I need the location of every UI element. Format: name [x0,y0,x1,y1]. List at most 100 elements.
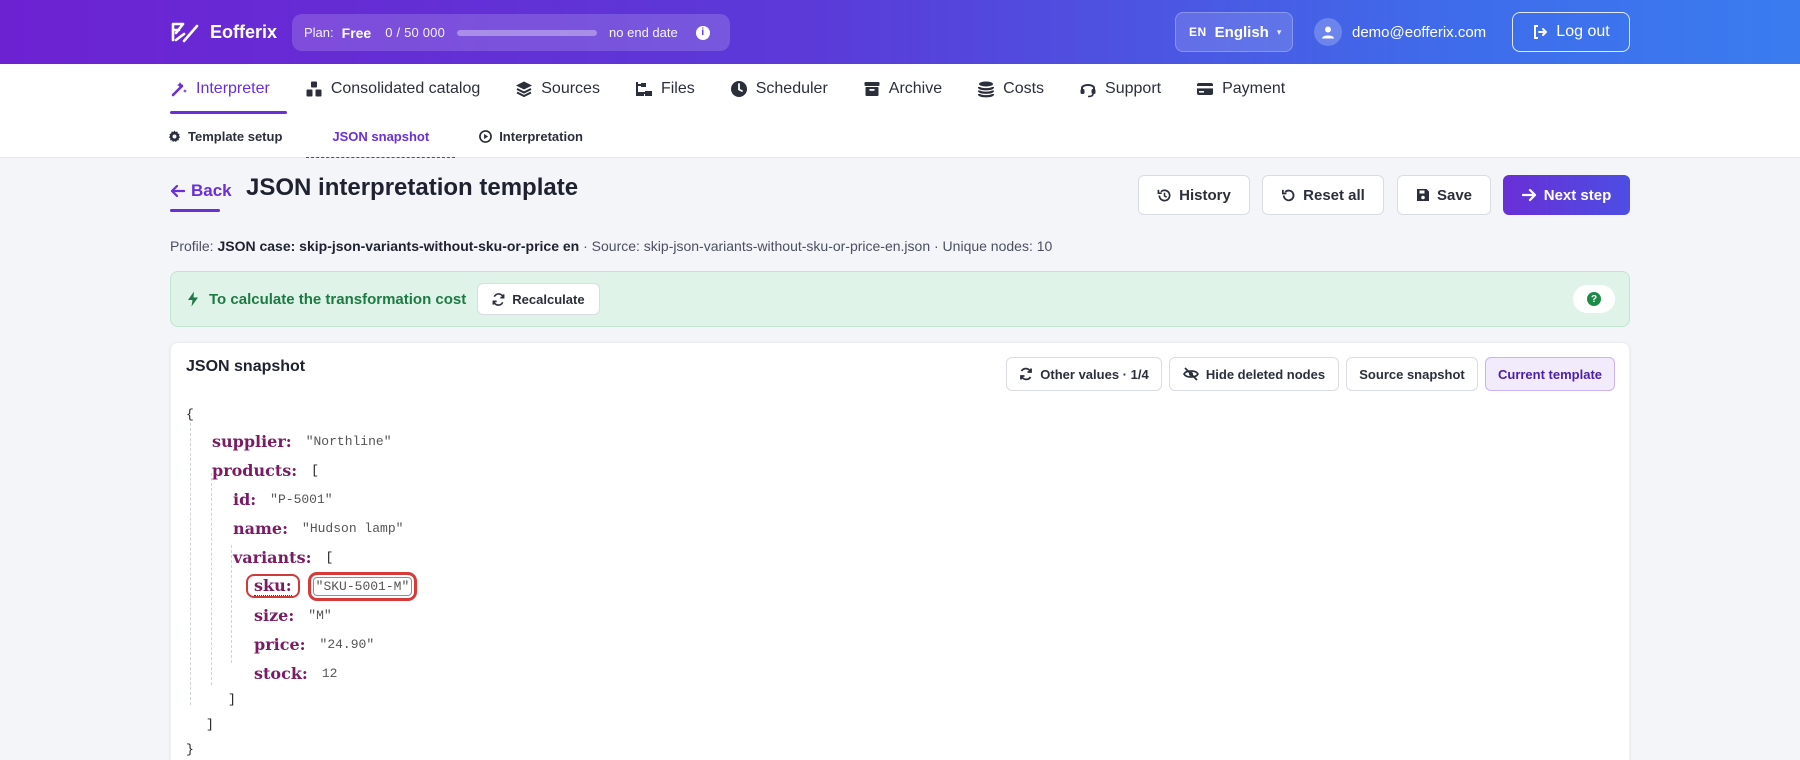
highlighted-key[interactable]: sku: [246,574,300,598]
nav-item-interpreter[interactable]: Interpreter [170,64,287,114]
json-line: variants: [ [233,544,333,570]
user-avatar-icon [1314,18,1342,46]
highlighted-value[interactable]: "SKU-5001-M" [307,571,418,601]
json-line: products: [ [212,457,319,483]
json-open-bracket: [ [311,462,319,478]
nav-label: Interpreter [196,80,270,97]
headset-icon [1079,80,1097,98]
nav-label: Costs [1003,80,1045,97]
json-value[interactable]: "Northline" [306,434,392,449]
other-values-button[interactable]: Other values · 1/4 [1006,357,1162,391]
coins-icon [977,80,995,98]
cost-banner: To calculate the transformation cost Rec… [170,271,1630,327]
back-underline [170,209,220,212]
json-value[interactable]: "Hudson lamp" [302,521,403,536]
gear-icon [168,129,181,143]
json-key[interactable]: name: [233,519,288,538]
json-key[interactable]: supplier: [212,432,292,451]
plan-usage-bar [457,29,598,36]
nav-label: Files [660,80,695,97]
indent-guide [211,473,212,685]
brand[interactable]: Eofferix [170,18,277,46]
json-line: ] [206,711,214,737]
current-template-button[interactable]: Current template [1485,357,1615,391]
profile-line: Profile: JSON case: skip-json-variants-w… [170,238,1052,254]
info-icon[interactable]: i [695,25,710,40]
current-template-label: Current template [1497,366,1603,382]
nav-label: Scheduler [755,80,828,97]
nav-label: Archive [888,80,943,97]
plan-usage: 0 / 50 000 [385,25,446,40]
brand-logo-icon [170,20,200,44]
reset-icon [1281,188,1296,203]
json-key[interactable]: price: [254,635,306,654]
snapshot-card: JSON snapshot Other values · 1/4 Hide de… [170,342,1630,760]
json-close-brace: } [186,741,194,757]
save-button[interactable]: Save [1397,175,1491,215]
banner-text: To calculate the transformation cost [209,290,467,308]
language-code: EN [1189,25,1207,39]
tab-interpretation[interactable]: Interpretation [479,114,583,158]
nav-item-sources[interactable]: Sources [515,64,600,114]
json-line: stock: 12 [254,660,337,686]
archive-icon [863,80,881,98]
logout-button[interactable]: Log out [1512,12,1630,52]
json-value[interactable]: 12 [322,666,338,681]
plan-widget: Plan: Free 0 / 50 000 no end date i [292,14,730,51]
json-value[interactable]: "24.90" [320,637,375,652]
top-bar: Eofferix Plan: Free 0 / 50 000 no end da… [0,0,1800,64]
sub-nav: Template setup JSON snapshot Interpretat… [0,114,1800,158]
help-button[interactable]: ? [1573,285,1615,313]
history-label: History [1179,186,1231,204]
nav-label: Support [1105,80,1162,97]
plan-label: Plan: [304,25,334,40]
json-line: } [186,736,194,760]
json-open-brace: { [186,406,194,422]
back-link[interactable]: Back [170,178,232,204]
brand-name: Eofferix [210,21,278,42]
source-snapshot-button[interactable]: Source snapshot [1346,357,1478,391]
profile-source: · Source: skip-json-variants-without-sku… [583,238,1053,254]
nav-item-costs[interactable]: Costs [977,64,1044,114]
tab-template-setup[interactable]: Template setup [168,114,282,158]
history-button[interactable]: History [1138,175,1250,215]
nav-item-support[interactable]: Support [1079,64,1161,114]
json-key[interactable]: variants: [233,548,311,567]
recalculate-button[interactable]: Recalculate [477,283,600,315]
reset-all-button[interactable]: Reset all [1262,175,1384,215]
hide-deleted-nodes-button[interactable]: Hide deleted nodes [1169,357,1339,391]
profile-name: JSON case: skip-json-variants-without-sk… [217,238,580,254]
save-icon [1416,188,1430,202]
profile-prefix: Profile: [170,238,214,254]
json-value[interactable]: "M" [308,608,331,623]
json-key[interactable]: products: [212,461,297,480]
tab-json-snapshot[interactable]: JSON snapshot [306,114,455,158]
next-step-button[interactable]: Next step [1503,175,1630,215]
hide-deleted-label: Hide deleted nodes [1205,366,1326,382]
language-select[interactable]: EN English ▾ [1175,12,1293,52]
json-key[interactable]: size: [254,606,294,625]
nav-item-files[interactable]: Files [635,64,695,114]
nav-item-scheduler[interactable]: Scheduler [730,64,828,114]
main-nav: Interpreter Consolidated catalog Sources… [0,64,1800,114]
json-close-bracket: ] [228,691,236,707]
json-value[interactable]: "P-5001" [270,492,332,507]
snapshot-title: JSON snapshot [186,358,306,375]
plan-value: Free [341,24,372,41]
page-title: JSON interpretation template [246,174,579,201]
save-label: Save [1436,186,1473,204]
nav-item-payment[interactable]: Payment [1196,64,1285,114]
user-menu[interactable]: demo@eofferix.com [1314,16,1486,48]
lightning-icon [187,291,199,307]
nav-item-archive[interactable]: Archive [863,64,942,114]
layers-icon [515,80,533,98]
help-icon: ? [1587,292,1601,306]
json-key: sku: [254,576,292,596]
json-line-highlighted: sku: "SKU-5001-M" [246,571,418,601]
json-key[interactable]: stock: [254,664,308,683]
json-line: { [186,401,194,427]
json-key[interactable]: id: [233,490,256,509]
nav-item-consolidated-catalog[interactable]: Consolidated catalog [305,64,480,114]
other-values-label: Other values · 1/4 [1040,366,1149,382]
chevron-down-icon: ▾ [1276,26,1282,37]
